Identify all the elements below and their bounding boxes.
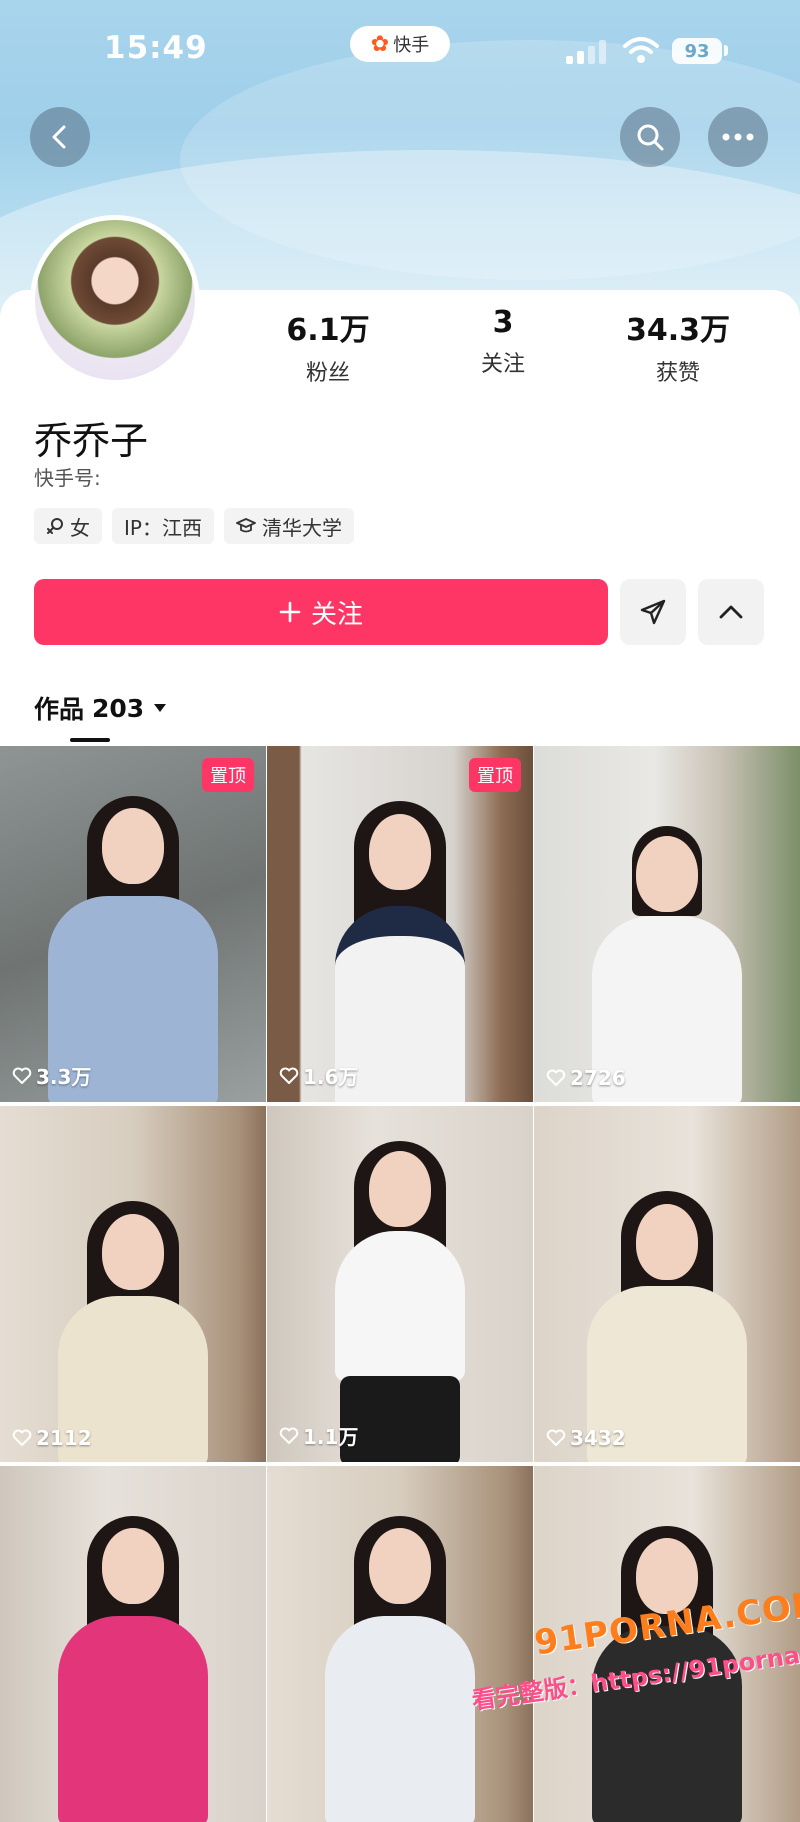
- heart-icon: [546, 1429, 566, 1446]
- video-grid: 置顶 3.3万 置顶 1.6万 2726 2112 1.1万 3432: [0, 746, 800, 1822]
- follow-button[interactable]: 关注: [34, 579, 608, 645]
- follow-label: 关注: [310, 599, 363, 630]
- video-thumbnail[interactable]: 置顶 1.6万: [267, 746, 533, 1102]
- heart-icon: [546, 1069, 566, 1086]
- tab-works[interactable]: 作品 203: [34, 690, 168, 726]
- figure-head: [636, 836, 698, 912]
- app-name: 快手: [393, 35, 430, 56]
- heart-icon: [12, 1429, 32, 1446]
- stat-value: 6.1万: [286, 313, 370, 348]
- chevron-up-icon: [719, 605, 743, 619]
- stat-fans[interactable]: 6.1万 粉丝: [248, 305, 408, 387]
- like-count-text: 1.6万: [303, 1065, 359, 1089]
- status-bar: 15:49 ✿ 快手 93: [0, 0, 800, 100]
- stat-value: 3: [492, 305, 514, 340]
- search-icon: [637, 124, 664, 151]
- battery-indicator: 93: [672, 38, 722, 64]
- chevron-left-icon: [52, 125, 66, 149]
- tag-school[interactable]: 清华大学: [223, 508, 354, 544]
- like-count-text: 3432: [570, 1426, 626, 1450]
- video-thumbnail[interactable]: 置顶 3.3万: [0, 746, 266, 1102]
- plus-icon: [279, 601, 301, 623]
- figure-head: [369, 814, 431, 890]
- tab-indicator: [70, 738, 110, 742]
- collapse-recommend-button[interactable]: [698, 579, 764, 645]
- video-thumbnail[interactable]: 2112: [0, 1106, 266, 1462]
- video-thumbnail[interactable]: 2726: [534, 746, 800, 1102]
- tag-text: 清华大学: [261, 515, 342, 540]
- more-dots-icon: [722, 133, 754, 141]
- figure-head: [636, 1538, 698, 1614]
- stat-label: 粉丝: [305, 361, 350, 386]
- figure-head: [369, 1528, 431, 1604]
- tag-ip-location: IP：江西: [112, 508, 214, 544]
- status-time: 15:49: [104, 30, 208, 66]
- heart-icon: [279, 1067, 299, 1084]
- stat-following[interactable]: 3 关注: [423, 305, 583, 378]
- pinned-badge: 置顶: [469, 758, 521, 792]
- like-count: 2726: [546, 1066, 626, 1090]
- battery-tip: [724, 45, 728, 56]
- figure-body: [58, 1616, 208, 1822]
- figure-body: [325, 1616, 475, 1822]
- search-button[interactable]: [620, 107, 680, 167]
- message-button[interactable]: [620, 579, 686, 645]
- video-thumbnail[interactable]: [0, 1466, 266, 1822]
- kuaishou-logo-icon: ✿: [370, 31, 390, 57]
- like-count-text: 1.1万: [303, 1425, 359, 1449]
- wifi-icon: [623, 37, 659, 63]
- heart-icon: [279, 1427, 299, 1444]
- tag-text: IP：江西: [124, 515, 202, 540]
- figure-head: [369, 1151, 431, 1227]
- works-count: 203: [92, 693, 145, 723]
- figure-head: [102, 1528, 164, 1604]
- pinned-badge: 置顶: [202, 758, 254, 792]
- figure-head: [102, 808, 164, 884]
- more-options-button[interactable]: [708, 107, 768, 167]
- like-count: 1.6万: [279, 1061, 358, 1090]
- like-count-text: 2726: [570, 1066, 626, 1090]
- caret-down-icon: [154, 704, 167, 712]
- send-icon: [640, 599, 666, 625]
- like-count: 3.3万: [12, 1061, 91, 1090]
- back-button[interactable]: [30, 107, 90, 167]
- profile-tags: 女 IP：江西 清华大学: [34, 508, 354, 544]
- app-indicator: ✿ 快手: [350, 26, 450, 62]
- like-count-text: 2112: [36, 1426, 92, 1450]
- gender-female-icon: [47, 518, 63, 534]
- like-count-text: 3.3万: [36, 1065, 92, 1089]
- video-thumbnail[interactable]: 1.1万: [267, 1106, 533, 1462]
- username: 乔乔子: [34, 419, 149, 463]
- figure-body: [592, 1626, 742, 1822]
- stat-likes[interactable]: 34.3万 获赞: [598, 305, 758, 387]
- like-count: 1.1万: [279, 1421, 358, 1450]
- stat-label: 获赞: [655, 361, 700, 386]
- kuaishou-id[interactable]: 快手号:: [34, 462, 101, 491]
- avatar[interactable]: [30, 215, 200, 385]
- tag-text: 女: [70, 515, 90, 540]
- like-count: 2112: [12, 1426, 92, 1450]
- video-thumbnail[interactable]: 3432: [534, 1106, 800, 1462]
- figure-head: [636, 1204, 698, 1280]
- heart-icon: [12, 1067, 32, 1084]
- cellular-signal-icon: [566, 38, 608, 64]
- works-label: 作品: [34, 695, 85, 724]
- stat-value: 34.3万: [625, 313, 731, 348]
- like-count: 3432: [546, 1426, 626, 1450]
- figure-body: [335, 1231, 465, 1381]
- video-thumbnail[interactable]: [267, 1466, 533, 1822]
- figure-head: [102, 1214, 164, 1290]
- stat-label: 关注: [480, 352, 525, 377]
- video-thumbnail[interactable]: [534, 1466, 800, 1822]
- graduation-cap-icon: [236, 518, 256, 533]
- tag-gender: 女: [34, 508, 102, 544]
